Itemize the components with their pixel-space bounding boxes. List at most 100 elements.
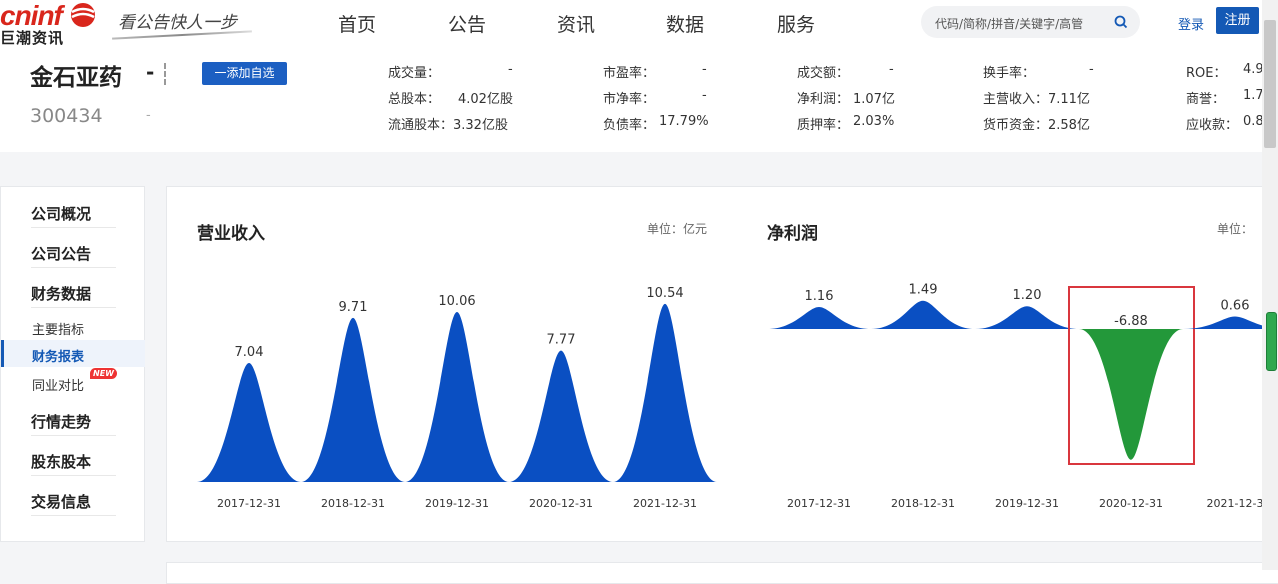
search-input[interactable]: 代码/简称/拼音/关键字/高管: [935, 15, 1083, 32]
divider: [31, 475, 116, 476]
divider: [31, 307, 116, 308]
logo-swirl-icon: [71, 3, 95, 27]
profit-data-label: 1.16: [805, 289, 834, 304]
metric-label: 货币资金：: [983, 118, 1049, 133]
price-dash: -: [146, 60, 155, 84]
change-dash: -: [146, 108, 151, 123]
metric-label: 市净率：: [603, 92, 656, 107]
metric-label: 净利润：: [797, 92, 850, 107]
revenue-peak: [405, 311, 509, 482]
sidebar-item-overview[interactable]: 公司概况: [31, 203, 91, 224]
profit-data-label: 1.49: [909, 283, 938, 298]
sidebar-sub-peer-comparison[interactable]: 同业对比: [32, 375, 84, 394]
divider: [31, 435, 116, 436]
next-panel: [166, 562, 1278, 584]
metric-value: -: [508, 62, 513, 77]
sidebar-item-trading-info[interactable]: 交易信息: [31, 491, 91, 512]
sidebar-sub-key-indicators[interactable]: 主要指标: [32, 319, 84, 338]
sidebar-item-announcements[interactable]: 公司公告: [31, 243, 91, 264]
revenue-data-label: 10.54: [646, 286, 683, 301]
profit-x-tick: 2021-12-3: [1207, 497, 1264, 510]
search-box[interactable]: 代码/简称/拼音/关键字/高管: [921, 6, 1140, 38]
charts-panel: 营业收入 单位：亿元 净利润 单位： 7.04 2017-12-31 9.71 201…: [166, 186, 1278, 542]
metric-value: 4.02亿股: [458, 92, 513, 107]
profit-peak: [871, 300, 975, 329]
metric-label: 换手率：: [983, 66, 1036, 81]
divider: [31, 267, 116, 268]
divider: [31, 515, 116, 516]
sidebar-item-financial-data[interactable]: 财务数据: [31, 283, 91, 304]
metric-value: 2.03%: [853, 114, 895, 129]
metric-label: 商誉：: [1186, 92, 1226, 107]
revenue-x-tick: 2018-12-31: [321, 497, 385, 510]
metric-label: 应收款：: [1186, 118, 1239, 133]
metric-label: 负债率：: [603, 118, 656, 133]
profit-x-tick: 2018-12-31: [891, 497, 955, 510]
metric-label: ROE：: [1186, 66, 1227, 81]
profit-x-tick: 2019-12-31: [995, 497, 1059, 510]
sidebar-item-market-trend[interactable]: 行情走势: [31, 411, 91, 432]
company-header: 金石亚药 - 一添加自选 300434 - 成交量： - 总股本： 4.02亿股 流通股…: [0, 48, 1278, 152]
metric-label: 质押率：: [797, 118, 850, 133]
logo-subtitle: 巨潮资讯: [0, 29, 65, 47]
revenue-x-tick: 2017-12-31: [217, 497, 281, 510]
nav-home[interactable]: 首页: [338, 10, 376, 37]
revenue-x-tick: 2021-12-31: [633, 497, 697, 510]
metric-label: 主营收入：: [983, 92, 1049, 107]
site-slogan: 看公告快人一步: [118, 13, 237, 33]
metric-value: 2.58亿: [1048, 118, 1090, 133]
sidebar: 公司概况 公司公告 财务数据 主要指标 财务报表 同业对比 NEW 行情走势 股…: [0, 186, 145, 542]
metric-value: 1.7: [1243, 88, 1264, 103]
charts-svg: 7.04 2017-12-31 9.71 2018-12-31 10.06 2019-12…: [197, 283, 1277, 510]
profit-x-tick: 2017-12-31: [787, 497, 851, 510]
active-item-indicator: [1, 340, 4, 367]
metric-label: 市盈率：: [603, 66, 656, 81]
nav-data[interactable]: 数据: [666, 10, 704, 37]
add-watchlist-button[interactable]: 一添加自选: [202, 62, 287, 85]
login-link[interactable]: 登录: [1178, 14, 1204, 33]
revenue-data-label: 7.77: [547, 333, 576, 348]
revenue-data-label: 9.71: [339, 300, 368, 315]
profit-data-label: 0.66: [1221, 298, 1250, 313]
metric-value: 3.32亿股: [453, 118, 508, 133]
revenue-peak: [301, 317, 405, 482]
sidebar-sub-financial-statements[interactable]: 财务报表: [32, 346, 84, 365]
metric-value: -: [702, 62, 707, 77]
metric-value: -: [889, 62, 894, 77]
metric-label: 总股本：: [388, 92, 441, 107]
new-badge: NEW: [90, 368, 117, 379]
profit-x-tick: 2020-12-31: [1099, 497, 1163, 510]
metric-value: 7.11亿: [1048, 92, 1090, 107]
register-button[interactable]: 注册: [1216, 7, 1259, 34]
revenue-data-label: 7.04: [235, 345, 264, 360]
metric-label: 成交量：: [388, 66, 441, 81]
metric-value: -: [1089, 62, 1094, 77]
divider: [31, 227, 116, 228]
metric-value: 17.79%: [659, 114, 709, 129]
revenue-peak: [509, 350, 613, 482]
scroll-handle[interactable]: [1266, 312, 1277, 371]
revenue-peak: [197, 363, 301, 482]
profit-trough: [1079, 329, 1183, 460]
profit-data-label: 1.20: [1013, 288, 1042, 303]
nav-announcements[interactable]: 公告: [448, 10, 486, 37]
metric-label: 成交额：: [797, 66, 850, 81]
revenue-data-label: 10.06: [438, 294, 475, 309]
profit-peak: [767, 306, 871, 329]
stock-code: 300434: [30, 105, 103, 127]
nav-services[interactable]: 服务: [777, 10, 815, 37]
metric-value: 0.8: [1243, 114, 1264, 129]
top-navigation-bar: cninf 巨潮资讯 看公告快人一步 首页 公告 资讯 数据 服务 代码/简称/…: [0, 0, 1278, 48]
search-icon[interactable]: [1114, 15, 1128, 29]
price-placeholder: [164, 63, 168, 85]
metric-label: 流通股本：: [388, 118, 454, 133]
metric-value: 4.9: [1243, 62, 1264, 77]
scrollbar-thumb[interactable]: [1264, 20, 1276, 148]
revenue-x-tick: 2020-12-31: [529, 497, 593, 510]
nav-news[interactable]: 资讯: [557, 10, 595, 37]
sidebar-item-shareholders[interactable]: 股东股本: [31, 451, 91, 472]
revenue-peak: [613, 303, 717, 482]
metric-value: 1.07亿: [853, 92, 895, 107]
company-name: 金石亚药: [30, 65, 122, 91]
revenue-x-tick: 2019-12-31: [425, 497, 489, 510]
